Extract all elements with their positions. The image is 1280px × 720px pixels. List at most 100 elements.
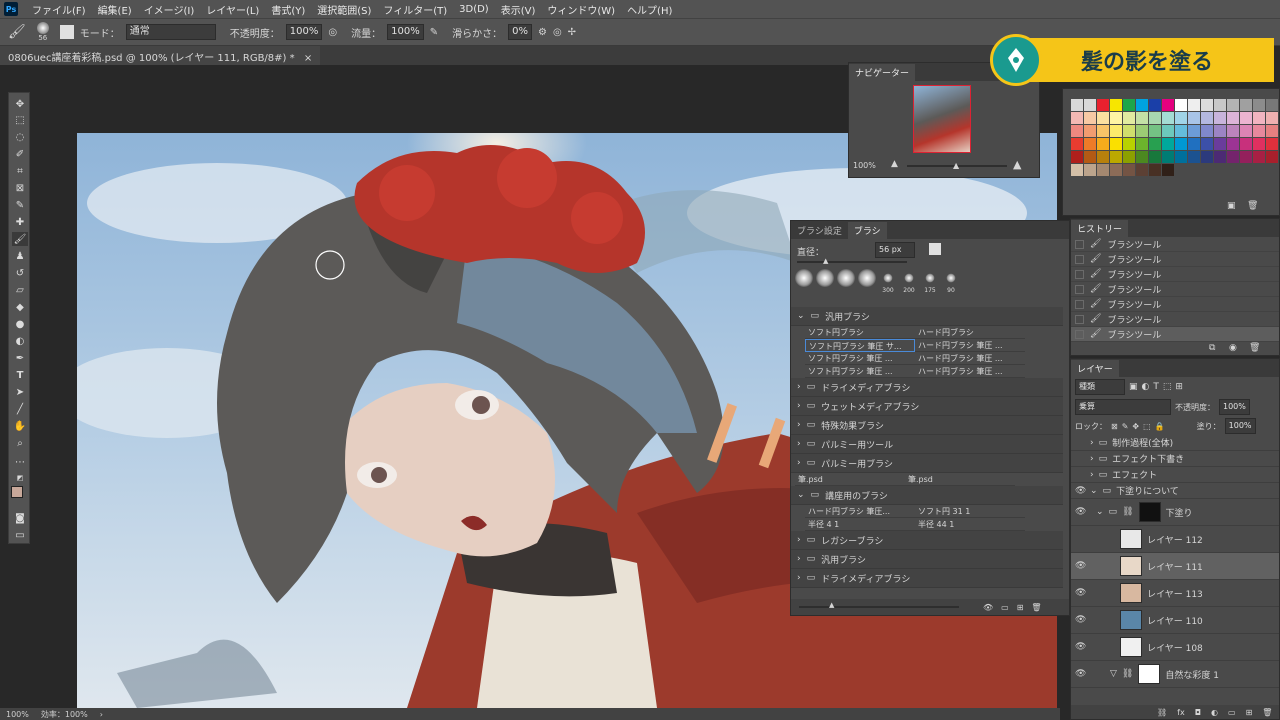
symmetry-icon[interactable]: ✢ [568,27,576,38]
color-swatch[interactable] [1084,112,1096,124]
line-tool-icon[interactable]: ╱ [12,402,28,416]
menu-layer[interactable]: レイヤー(L) [200,2,265,17]
tab-brush[interactable]: ブラシ [847,222,887,239]
brush-preset-item[interactable]: 筆.psd [905,473,1015,486]
navigator-thumbnail[interactable] [913,85,971,153]
more-tools-icon[interactable]: ⋯ [12,455,28,469]
brush-preset-item[interactable]: ソフト円ブラシ [805,326,915,339]
color-swatch[interactable] [1084,151,1096,163]
gear-icon[interactable]: ⚙ [538,27,547,38]
layer-row[interactable]: 👁 レイヤー 110 [1071,607,1279,634]
mode-select[interactable]: 通常 [125,24,216,40]
history-snapshot-box[interactable] [1075,239,1084,249]
history-snapshot-box[interactable] [1075,314,1084,324]
history-snapshot-box[interactable] [1075,254,1084,264]
color-swatch[interactable] [1214,138,1226,150]
color-swatch[interactable] [1175,112,1187,124]
brush-preset-item[interactable]: ハード円ブラシ [915,326,1025,339]
color-swatch[interactable] [1071,151,1083,163]
marquee-tool-icon[interactable]: ⬚ [12,113,28,127]
eraser-tool-icon[interactable]: ▱ [12,283,28,297]
brush-group[interactable]: › ▭ ウェットメディアブラシ [791,397,1063,416]
brush-preset-item[interactable]: ハード円ブラシ 筆圧 ... [915,339,1025,352]
brush-preset-item[interactable]: 半径 4 1 [805,518,915,531]
color-swatch[interactable] [1162,164,1174,176]
color-swatch[interactable] [1123,164,1135,176]
color-swatch[interactable] [1188,99,1200,111]
flow-input[interactable]: 100% [387,24,424,40]
color-swatch[interactable] [1188,112,1200,124]
new-document-from-state-icon[interactable]: ⧉ [1209,343,1215,353]
brush-group[interactable]: › ▭ レガシーブラシ [791,531,1063,550]
new-brush-icon[interactable] [929,243,941,255]
brush-group-open[interactable]: ⌄ ▭ 汎用ブラシ [791,307,1063,326]
brush-size-slider[interactable] [797,261,907,263]
history-snapshot-box[interactable] [1075,329,1084,339]
pen-tool-icon[interactable]: ✒ [12,351,28,365]
color-swatch[interactable] [1097,164,1109,176]
brush-tip-preset[interactable] [837,269,855,287]
filter-adjustment-icon[interactable]: ◐ [1142,382,1150,392]
layer-filter-select[interactable]: 種類 [1075,379,1125,395]
color-swatch[interactable] [1227,99,1239,111]
brush-preset-item[interactable]: ソフト円ブラシ 筆圧 ... [805,365,915,378]
layer-thumbnail[interactable] [1120,583,1142,603]
brush-preset-item[interactable]: 半径 44 1 [915,518,1025,531]
brush-group[interactable]: › ▭ 特殊効果ブラシ [791,416,1063,435]
close-icon[interactable]: × [304,53,312,64]
color-swatch[interactable] [1162,138,1174,150]
color-swatch[interactable] [1162,125,1174,137]
color-swatch[interactable] [1097,151,1109,163]
color-swatch[interactable] [1253,138,1265,150]
brush-group[interactable]: › ▭ パルミー用ブラシ [791,454,1063,473]
color-swatch[interactable] [1136,125,1148,137]
color-swatch[interactable] [1266,138,1278,150]
history-item[interactable]: 🖌 ブラシツール [1071,252,1279,267]
color-swatch[interactable] [1149,112,1161,124]
color-swatch[interactable] [1253,99,1265,111]
menu-help[interactable]: ヘルプ(H) [621,2,678,17]
color-swatch[interactable] [1214,112,1226,124]
tab-layers[interactable]: レイヤー [1071,360,1119,377]
color-swatch[interactable] [1110,164,1122,176]
layer-mask-thumbnail[interactable] [1138,664,1161,684]
color-swatch[interactable] [1227,112,1239,124]
trash-icon[interactable]: 🗑 [1249,343,1260,353]
layer-thumbnail[interactable] [1120,556,1142,576]
brush-tool-icon[interactable]: 🖌 [8,24,26,40]
brush-preset-item[interactable]: ハード円ブラシ 筆圧 ... [915,365,1025,378]
history-brush-tool-icon[interactable]: ↺ [12,266,28,280]
color-swatch[interactable] [1201,151,1213,163]
color-swatch[interactable] [1084,125,1096,137]
menu-filter[interactable]: フィルター(T) [377,2,453,17]
chevron-right-icon[interactable]: › [1090,454,1094,464]
screen-mode-icon[interactable]: ▭ [12,528,28,542]
color-swatch[interactable] [1201,138,1213,150]
chevron-right-icon[interactable]: › [1090,438,1094,448]
color-swatch[interactable] [1162,112,1174,124]
trash-icon[interactable]: 🗑 [1262,708,1272,717]
layer-group-row[interactable]: › ▭ エフェクト [1071,467,1279,483]
move-tool-icon[interactable]: ✥ [12,97,28,111]
color-swatch[interactable] [1240,112,1252,124]
menu-image[interactable]: イメージ(I) [138,2,201,17]
history-item[interactable]: 🖌 ブラシツール [1071,282,1279,297]
history-item-current[interactable]: 🖌 ブラシツール [1071,327,1279,342]
chevron-down-icon[interactable]: ⌄ [1096,507,1104,517]
new-brush-preset-icon[interactable]: ⊞ [1017,603,1024,612]
navigator-zoom-value[interactable]: 100% [853,161,876,170]
color-swatch[interactable] [1201,99,1213,111]
color-swatch[interactable] [1123,125,1135,137]
brush-preset-picker[interactable]: 56 [32,22,54,42]
new-layer-icon[interactable]: ⊞ [1246,708,1253,717]
zoom-in-icon[interactable]: ▲ [1013,158,1021,171]
color-swatch[interactable] [1188,151,1200,163]
new-brush-group-icon[interactable]: ▭ [1001,603,1009,612]
brush-size-input[interactable]: 56 px [875,242,915,258]
eye-icon[interactable]: 👁 [1075,561,1086,571]
pressure-opacity-icon[interactable]: ◎ [328,27,337,38]
color-swatch[interactable] [1136,164,1148,176]
new-swatch-group-icon[interactable]: ▣ [1227,201,1236,211]
color-swatch[interactable] [1201,125,1213,137]
layer-mask-thumbnail[interactable] [1138,502,1161,522]
